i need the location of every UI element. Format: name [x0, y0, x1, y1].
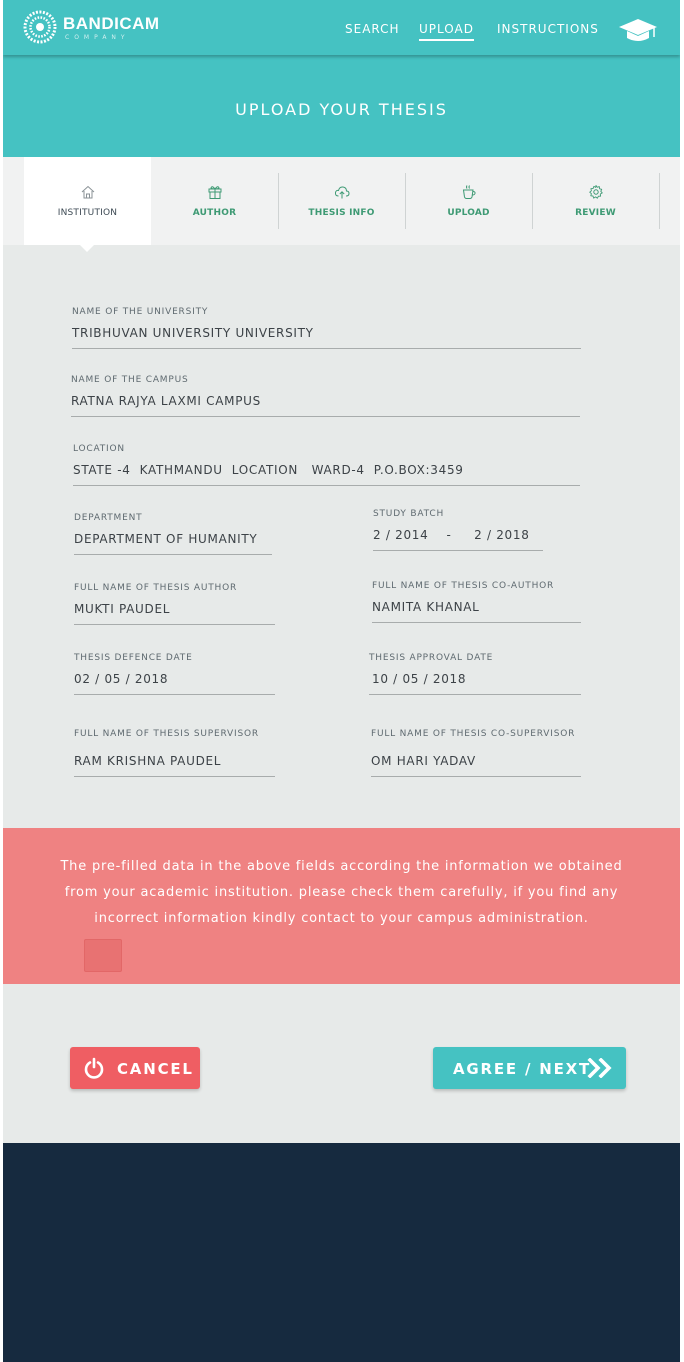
- university-field[interactable]: NAME OF THE UNIVERSITY TRIBHUVAN UNIVERS…: [72, 307, 581, 349]
- footer: [3, 1143, 680, 1362]
- campus-field[interactable]: NAME OF THE CAMPUS RATNA RAJYA LAXMI CAM…: [71, 375, 580, 417]
- gear-icon: [589, 185, 603, 199]
- department-input[interactable]: DEPARTMENT OF HUMANITY: [74, 523, 272, 555]
- gift-icon: [208, 186, 222, 199]
- tab-author[interactable]: AUTHOR: [151, 157, 278, 245]
- notice-line: from your academic institution. please c…: [64, 885, 619, 900]
- campus-label: NAME OF THE CAMPUS: [71, 375, 189, 385]
- supervisor-input[interactable]: RAM KRISHNA PAUDEL: [74, 739, 275, 777]
- tab-author-label: AUTHOR: [192, 208, 237, 218]
- notice-line: The pre-filled data in the above fields …: [60, 859, 623, 874]
- tab-review-label: REVIEW: [575, 208, 616, 218]
- author-label: FULL NAME OF THESIS AUTHOR: [74, 583, 238, 593]
- cosupervisor-label: FULL NAME OF THESIS CO-SUPERVISOR: [371, 729, 576, 739]
- department-label: DEPARTMENT: [74, 513, 143, 523]
- wizard-tabs: INSTITUTION AUTHOR THESIS INFO UPLOAD RE…: [3, 157, 680, 252]
- university-label: NAME OF THE UNIVERSITY: [72, 307, 209, 317]
- tab-thesis-info-label: THESIS INFO: [308, 208, 375, 218]
- agree-checkbox[interactable]: [84, 939, 122, 972]
- notice-text: The pre-filled data in the above fields …: [43, 854, 640, 932]
- defence-date-input[interactable]: 02 / 05 / 2018: [74, 663, 275, 695]
- approval-date-input[interactable]: 10 / 05 / 2018: [369, 663, 581, 695]
- cosupervisor-input[interactable]: OM HARI YADAV: [371, 739, 581, 777]
- cancel-button-label: CANCEL: [117, 1060, 194, 1078]
- cancel-button[interactable]: CANCEL: [70, 1047, 200, 1089]
- author-input[interactable]: MUKTI PAUDEL: [74, 593, 275, 625]
- university-input[interactable]: TRIBHUVAN UNIVERSITY UNIVERSITY: [72, 317, 581, 349]
- tab-divider: [659, 173, 660, 229]
- location-input[interactable]: STATE -4 KATHMANDU LOCATION WARD-4 P.O.B…: [73, 454, 580, 486]
- tab-institution-label: INSTITUTION: [57, 208, 118, 218]
- supervisor-field[interactable]: FULL NAME OF THESIS SUPERVISOR RAM KRISH…: [74, 729, 275, 777]
- tab-upload[interactable]: UPLOAD: [405, 157, 532, 245]
- defence-date-label: THESIS DEFENCE DATE: [74, 653, 193, 663]
- approval-date-field[interactable]: THESIS APPROVAL DATE 10 / 05 / 2018: [369, 653, 581, 695]
- home-icon: [81, 185, 95, 199]
- power-icon: [84, 1057, 104, 1079]
- page-title: UPLOAD YOUR THESIS: [235, 100, 448, 119]
- graduation-cap-icon[interactable]: [618, 16, 658, 44]
- tab-upload-label: UPLOAD: [447, 208, 490, 218]
- double-chevron-right-icon: [587, 1058, 612, 1078]
- notice-banner: The pre-filled data in the above fields …: [3, 828, 680, 984]
- coauthor-label: FULL NAME OF THESIS CO-AUTHOR: [372, 581, 555, 591]
- campus-input[interactable]: RATNA RAJYA LAXMI CAMPUS: [71, 385, 580, 417]
- location-label: LOCATION: [73, 444, 125, 454]
- coffee-cup-icon: [462, 185, 476, 199]
- location-field[interactable]: LOCATION STATE -4 KATHMANDU LOCATION WAR…: [73, 444, 580, 486]
- author-field[interactable]: FULL NAME OF THESIS AUTHOR MUKTI PAUDEL: [74, 583, 275, 625]
- agree-next-button-label: AGREE / NEXT: [453, 1060, 592, 1078]
- nav-search[interactable]: SEARCH: [345, 22, 400, 36]
- cosupervisor-field[interactable]: FULL NAME OF THESIS CO-SUPERVISOR OM HAR…: [371, 729, 581, 777]
- approval-date-label: THESIS APPROVAL DATE: [369, 653, 494, 663]
- department-field[interactable]: DEPARTMENT DEPARTMENT OF HUMANITY: [74, 513, 272, 555]
- agree-next-button[interactable]: AGREE / NEXT: [433, 1047, 626, 1089]
- top-navbar: BANDICAM COMPANY SEARCH UPLOAD INSTRUCTI…: [3, 0, 680, 55]
- tab-thesis-info[interactable]: THESIS INFO: [278, 157, 405, 245]
- cloud-upload-icon: [334, 186, 350, 199]
- brand-subtitle: COMPANY: [65, 34, 130, 41]
- coauthor-field[interactable]: FULL NAME OF THESIS CO-AUTHOR NAMITA KHA…: [372, 581, 581, 623]
- supervisor-label: FULL NAME OF THESIS SUPERVISOR: [74, 729, 259, 739]
- bandicam-logo-icon[interactable]: [23, 10, 57, 44]
- nav-instructions[interactable]: INSTRUCTIONS: [497, 22, 599, 36]
- tab-review[interactable]: REVIEW: [532, 157, 659, 245]
- study-batch-label: STUDY BATCH: [373, 509, 445, 519]
- study-batch-field[interactable]: STUDY BATCH 2 / 2014 - 2 / 2018: [373, 509, 543, 551]
- page: BANDICAM COMPANY SEARCH UPLOAD INSTRUCTI…: [3, 0, 680, 1362]
- nav-upload[interactable]: UPLOAD: [419, 22, 474, 41]
- title-band: UPLOAD YOUR THESIS: [3, 55, 680, 157]
- coauthor-input[interactable]: NAMITA KHANAL: [372, 591, 581, 623]
- notice-line: incorrect information kindly contact to …: [94, 911, 589, 926]
- tab-institution[interactable]: INSTITUTION: [24, 157, 151, 252]
- defence-date-field[interactable]: THESIS DEFENCE DATE 02 / 05 / 2018: [74, 653, 275, 695]
- study-batch-input[interactable]: 2 / 2014 - 2 / 2018: [373, 519, 543, 551]
- brand-name[interactable]: BANDICAM: [63, 14, 160, 34]
